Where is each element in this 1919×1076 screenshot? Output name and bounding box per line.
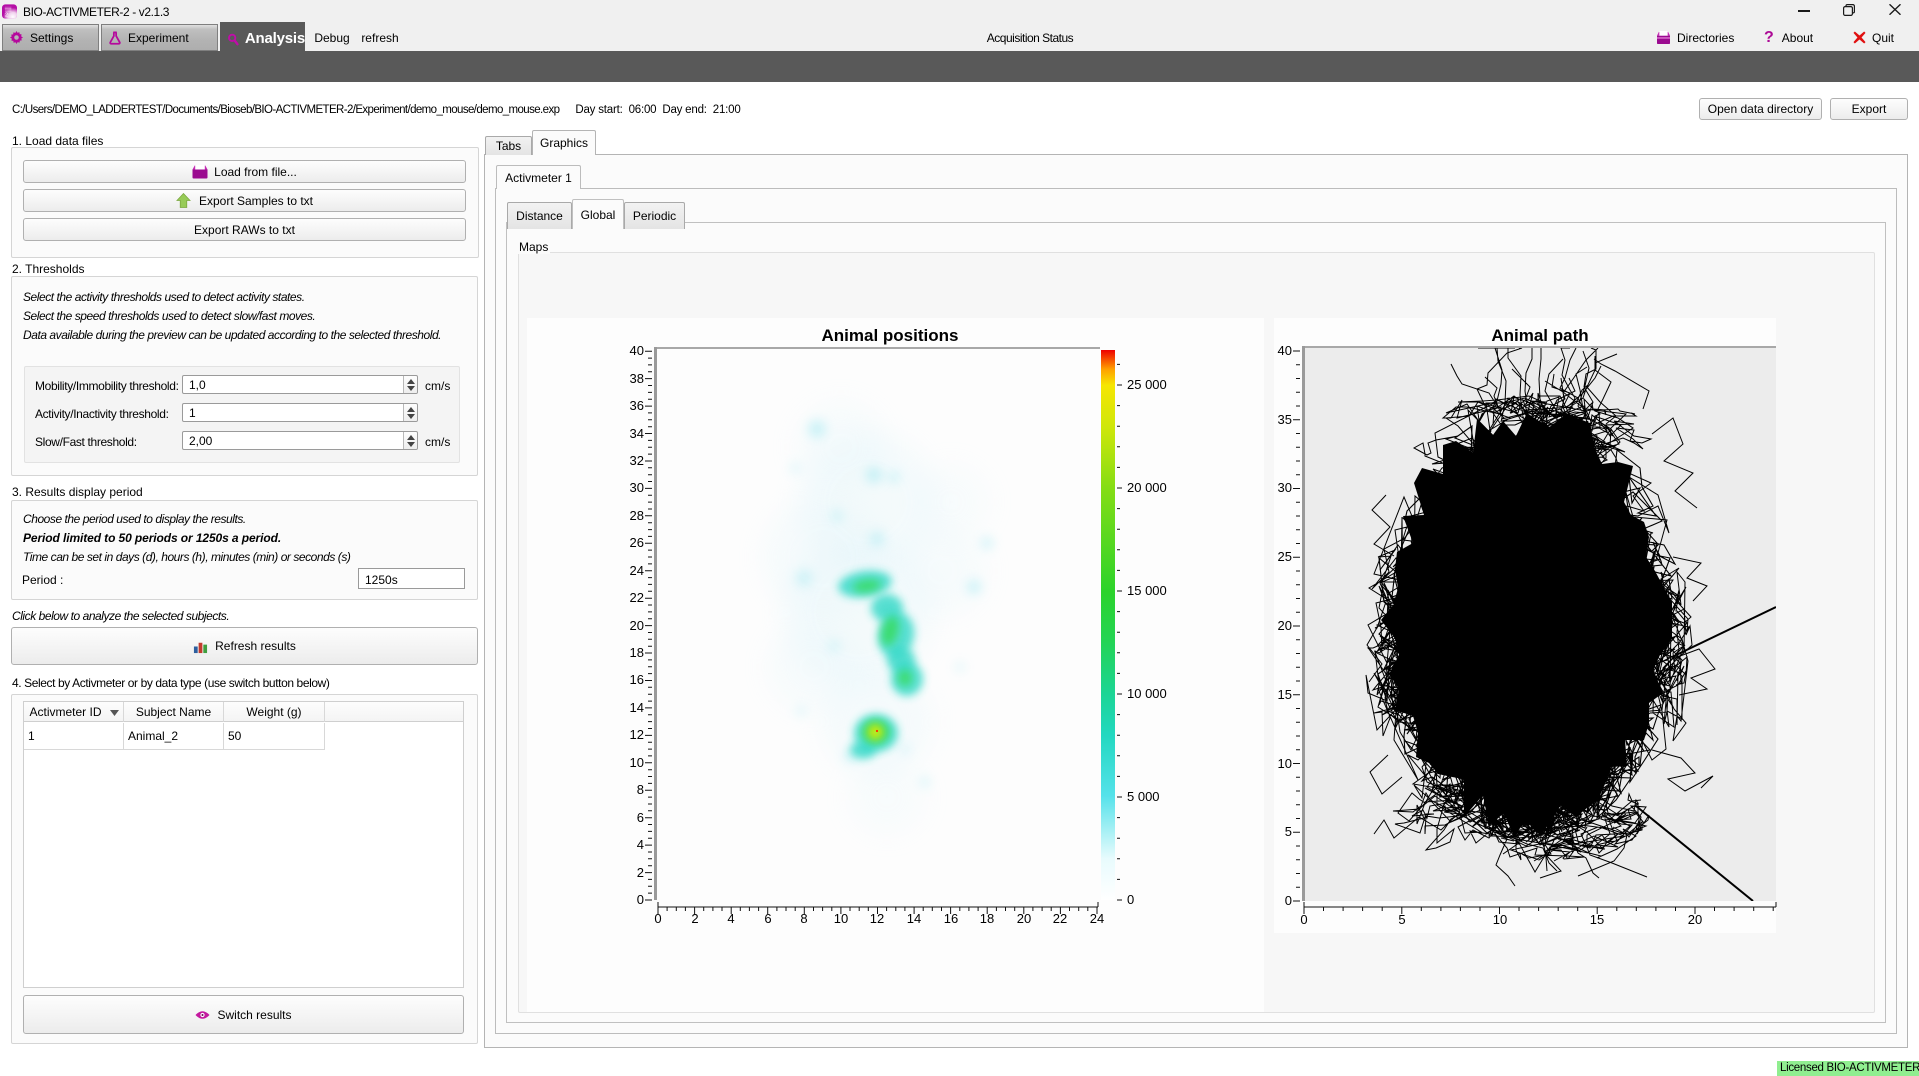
- svg-text:20: 20: [1017, 911, 1031, 926]
- svg-text:8: 8: [637, 782, 644, 797]
- svg-text:40: 40: [630, 343, 644, 358]
- svg-text:30: 30: [630, 480, 644, 495]
- svg-text:35: 35: [1278, 412, 1292, 427]
- svg-text:30: 30: [1278, 480, 1292, 495]
- svg-text:10: 10: [834, 911, 848, 926]
- svg-text:10: 10: [1278, 756, 1292, 771]
- svg-text:18: 18: [630, 645, 644, 660]
- svg-text:12: 12: [630, 727, 644, 742]
- svg-text:5: 5: [1398, 912, 1405, 927]
- svg-text:6: 6: [764, 911, 771, 926]
- svg-text:5: 5: [1285, 824, 1292, 839]
- svg-text:25 000: 25 000: [1127, 377, 1167, 392]
- svg-text:40: 40: [1278, 343, 1292, 358]
- svg-text:26: 26: [630, 535, 644, 550]
- svg-text:24: 24: [1090, 911, 1104, 926]
- svg-text:22: 22: [1053, 911, 1067, 926]
- svg-text:16: 16: [630, 672, 644, 687]
- svg-text:Animal positions: Animal positions: [822, 326, 959, 345]
- svg-text:4: 4: [727, 911, 734, 926]
- svg-text:14: 14: [630, 700, 644, 715]
- svg-text:32: 32: [630, 453, 644, 468]
- svg-text:22: 22: [630, 590, 644, 605]
- svg-text:20: 20: [630, 618, 644, 633]
- svg-text:20: 20: [1278, 618, 1292, 633]
- svg-text:5 000: 5 000: [1127, 789, 1160, 804]
- svg-text:0: 0: [1300, 912, 1307, 927]
- svg-text:4: 4: [637, 837, 644, 852]
- svg-text:0: 0: [1285, 893, 1292, 908]
- svg-text:6: 6: [637, 810, 644, 825]
- svg-text:14: 14: [907, 911, 921, 926]
- svg-text:2: 2: [637, 865, 644, 880]
- svg-text:10 000: 10 000: [1127, 686, 1167, 701]
- svg-text:0: 0: [637, 892, 644, 907]
- svg-text:2: 2: [691, 911, 698, 926]
- svg-text:10: 10: [1493, 912, 1507, 927]
- svg-text:15: 15: [1590, 912, 1604, 927]
- svg-text:Animal path: Animal path: [1491, 326, 1588, 345]
- svg-text:10: 10: [630, 755, 644, 770]
- svg-text:38: 38: [630, 371, 644, 386]
- svg-text:2: 2: [5, 13, 8, 19]
- svg-text:24: 24: [630, 563, 644, 578]
- svg-text:18: 18: [980, 911, 994, 926]
- svg-text:15 000: 15 000: [1127, 583, 1167, 598]
- svg-text:25: 25: [1278, 549, 1292, 564]
- svg-text:0: 0: [654, 911, 661, 926]
- svg-text:20 000: 20 000: [1127, 480, 1167, 495]
- svg-text:28: 28: [630, 508, 644, 523]
- svg-text:20: 20: [1688, 912, 1702, 927]
- svg-text:16: 16: [944, 911, 958, 926]
- svg-text:36: 36: [630, 398, 644, 413]
- svg-text:15: 15: [1278, 687, 1292, 702]
- svg-text:0: 0: [1127, 892, 1134, 907]
- svg-text:34: 34: [630, 426, 644, 441]
- svg-text:12: 12: [870, 911, 884, 926]
- svg-text:8: 8: [800, 911, 807, 926]
